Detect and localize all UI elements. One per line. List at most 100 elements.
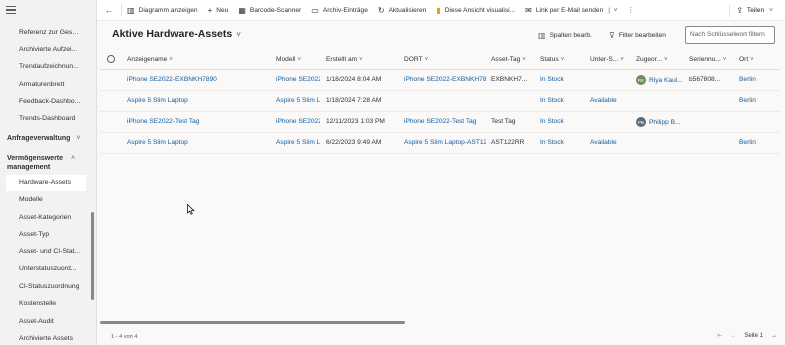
filter-icon: ⊽: [609, 31, 615, 40]
cell-location[interactable]: Berlin: [739, 76, 756, 83]
show-chart-button[interactable]: ▥ Diagramm anzeigen: [122, 6, 203, 15]
cell-name[interactable]: iPhone SE2022-Test Tag: [127, 118, 273, 125]
cell-status[interactable]: In Stock: [540, 139, 564, 146]
sidebar-item[interactable]: Asset- und CI-Stat...: [19, 248, 81, 255]
button-label: Teilen: [746, 7, 765, 14]
cell-model[interactable]: iPhone SE2022: [276, 76, 320, 83]
next-page-icon[interactable]: →: [771, 333, 777, 339]
table-row[interactable]: iPhone SE2022-EXBNKH7890 iPhone SE2022 1…: [100, 70, 780, 91]
email-link-button[interactable]: ✉ Link per E-Mail senden | ˅: [520, 6, 622, 15]
table-row[interactable]: Aspire 5 Slim Laptop Aspire 5 Slim Lapto…: [100, 91, 780, 112]
cell-model[interactable]: Aspire 5 Slim Laptop: [276, 139, 320, 146]
keyword-filter-input[interactable]: Nach Schlüsselwort filtern: [685, 26, 775, 44]
new-button[interactable]: + Neu: [203, 6, 234, 15]
sidebar-item[interactable]: Armaturenbrett: [19, 81, 81, 88]
cell-status[interactable]: In Stock: [540, 118, 564, 125]
sidebar-item[interactable]: Asset-Audit: [19, 318, 81, 325]
button-label: Spalten bearb.: [549, 32, 592, 39]
chevron-down-icon: ˅: [236, 30, 241, 39]
cell-assigned[interactable]: PB Philipp B...: [636, 117, 688, 127]
page-number: Seite 1: [744, 332, 763, 339]
sidebar-item[interactable]: Asset-Kategorien: [19, 214, 81, 221]
column-header-status[interactable]: Status ˅: [540, 56, 564, 63]
cell-status[interactable]: In Stock: [540, 97, 564, 104]
column-header-unterstatus[interactable]: Unter-S... ˅: [590, 56, 632, 63]
column-header-zugeordnet[interactable]: Zugeor... ˅: [636, 56, 684, 63]
assigned-user-link[interactable]: Philipp B...: [649, 119, 681, 126]
button-label: Link per E-Mail senden: [535, 6, 604, 14]
cell-name[interactable]: Aspire 5 Slim Laptop: [127, 139, 273, 146]
share-button[interactable]: ⇪ Teilen ˅: [729, 0, 773, 21]
button-label: Barcode-Scanner: [249, 6, 302, 14]
column-header-anzeigename[interactable]: Anzeigename ˅: [127, 56, 173, 63]
cell-model[interactable]: iPhone SE2022: [276, 118, 320, 125]
horizontal-scrollbar[interactable]: [100, 321, 405, 324]
cell-location[interactable]: Berlin: [739, 97, 756, 104]
column-header-erstellt-am[interactable]: Erstellt am ˅: [326, 56, 363, 63]
barcode-scanner-button[interactable]: ▦ Barcode-Scanner: [233, 6, 306, 15]
cell-created: 1/18/2024 8:04 AM: [326, 76, 382, 83]
cell-dort[interactable]: iPhone SE2022-Test Tag: [404, 118, 486, 125]
visualize-view-button[interactable]: ▮ Diese Ansicht visualisi...: [431, 6, 520, 15]
table-row[interactable]: iPhone SE2022-Test Tag iPhone SE2022 12/…: [100, 112, 780, 133]
sidebar-group-vermoegenswerte[interactable]: Vermögenswerte ˄ management: [7, 154, 75, 172]
sidebar-item[interactable]: Feedback-Dashbo...: [19, 98, 81, 105]
cell-asset-tag: AST122RR: [491, 139, 525, 146]
column-header-asset-tag[interactable]: Asset-Tag ˅: [491, 56, 526, 63]
cell-name[interactable]: iPhone SE2022-EXBNKH7890: [127, 76, 273, 83]
sidebar-item[interactable]: Trendaufzeichnun...: [19, 63, 81, 70]
chevron-down-icon[interactable]: | ˅: [608, 7, 617, 14]
first-page-icon[interactable]: ⇤: [717, 332, 722, 339]
edit-filters-button[interactable]: ⊽ Filter bearbeiten: [609, 31, 666, 40]
chevron-down-icon: ˅: [76, 135, 81, 142]
cell-dort[interactable]: iPhone SE2022-EXBNKH7890: [404, 76, 486, 83]
cell-substatus[interactable]: Available: [590, 97, 617, 104]
hamburger-menu-icon[interactable]: [6, 6, 16, 16]
column-header-ort[interactable]: Ort ˅: [739, 56, 754, 63]
more-commands-icon[interactable]: ⋮: [623, 6, 640, 14]
sidebar-item[interactable]: Trends-Dashboard: [19, 115, 81, 122]
refresh-icon: ↻: [377, 5, 385, 15]
sidebar-item[interactable]: Asset-Typ: [19, 231, 81, 238]
edit-columns-button[interactable]: ▥ Spalten bearb.: [538, 31, 592, 40]
page-title: Aktive Hardware-Assets: [112, 28, 233, 40]
cell-dort[interactable]: Aspire 5 Slim Laptop-AST122RR: [404, 139, 486, 146]
chevron-down-icon: ˅: [769, 7, 773, 14]
previous-page-icon[interactable]: ←: [730, 333, 736, 339]
refresh-button[interactable]: ↻ Aktualisieren: [373, 6, 431, 15]
share-icon: ⇪: [736, 6, 743, 15]
button-label: Diagramm anzeigen: [138, 6, 198, 14]
cell-assigned[interactable]: RK Riya Kaul...: [636, 75, 688, 85]
archive-icon: ▭: [311, 5, 319, 15]
cell-serial: b567808...: [689, 76, 721, 83]
grid-header: Anzeigename ˅ Modell ˅ Erstellt am ˅ DORT ˅ …: [100, 50, 780, 70]
sidebar-item[interactable]: CI-Statuszuordnung: [19, 283, 81, 290]
sidebar-item[interactable]: Referenz zur Gese...: [19, 29, 81, 36]
record-count: 1 - 4 von 4: [111, 334, 138, 340]
sidebar-item[interactable]: Unterstatuszuord...: [19, 265, 81, 272]
sidebar-item[interactable]: Archivierte Assets: [19, 335, 81, 342]
view-selector[interactable]: Aktive Hardware-Assets ˅: [112, 28, 241, 40]
assigned-user-link[interactable]: Riya Kaul...: [649, 77, 683, 84]
sidebar-scrollbar[interactable]: [91, 212, 94, 300]
back-arrow-icon[interactable]: ←: [97, 5, 121, 15]
sidebar-item[interactable]: Archivierte Aufzei...: [19, 46, 81, 53]
columns-icon: ▥: [538, 31, 546, 40]
cell-model[interactable]: Aspire 5 Slim Laptop: [276, 97, 320, 104]
cell-name[interactable]: Aspire 5 Slim Laptop: [127, 97, 273, 104]
sidebar-item[interactable]: Modelle: [19, 196, 81, 203]
sidebar-item-hardware-assets[interactable]: Hardware-Assets: [19, 179, 81, 186]
table-row[interactable]: Aspire 5 Slim Laptop Aspire 5 Slim Lapto…: [100, 133, 780, 154]
cell-location[interactable]: Berlin: [739, 139, 756, 146]
select-all-radio[interactable]: [107, 55, 115, 63]
command-bar: ← ▥ Diagramm anzeigen + Neu ▦ Barcode-Scann…: [97, 0, 785, 21]
column-header-seriennummer[interactable]: Seriennu... ˅: [689, 56, 735, 63]
column-header-dort[interactable]: DORT ˅: [404, 56, 428, 63]
cell-status[interactable]: In Stock: [540, 76, 564, 83]
sidebar-item[interactable]: Kostenstelle: [19, 300, 81, 307]
cell-substatus[interactable]: Available: [590, 139, 617, 146]
cell-created: 12/11/2023 1:03 PM: [326, 118, 385, 125]
archive-entries-button[interactable]: ▭ Archiv-Einträge: [306, 6, 373, 15]
column-header-modell[interactable]: Modell ˅: [276, 56, 301, 63]
sidebar-group-anfrageverwaltung[interactable]: Anfrageverwaltung ˅: [7, 135, 81, 142]
